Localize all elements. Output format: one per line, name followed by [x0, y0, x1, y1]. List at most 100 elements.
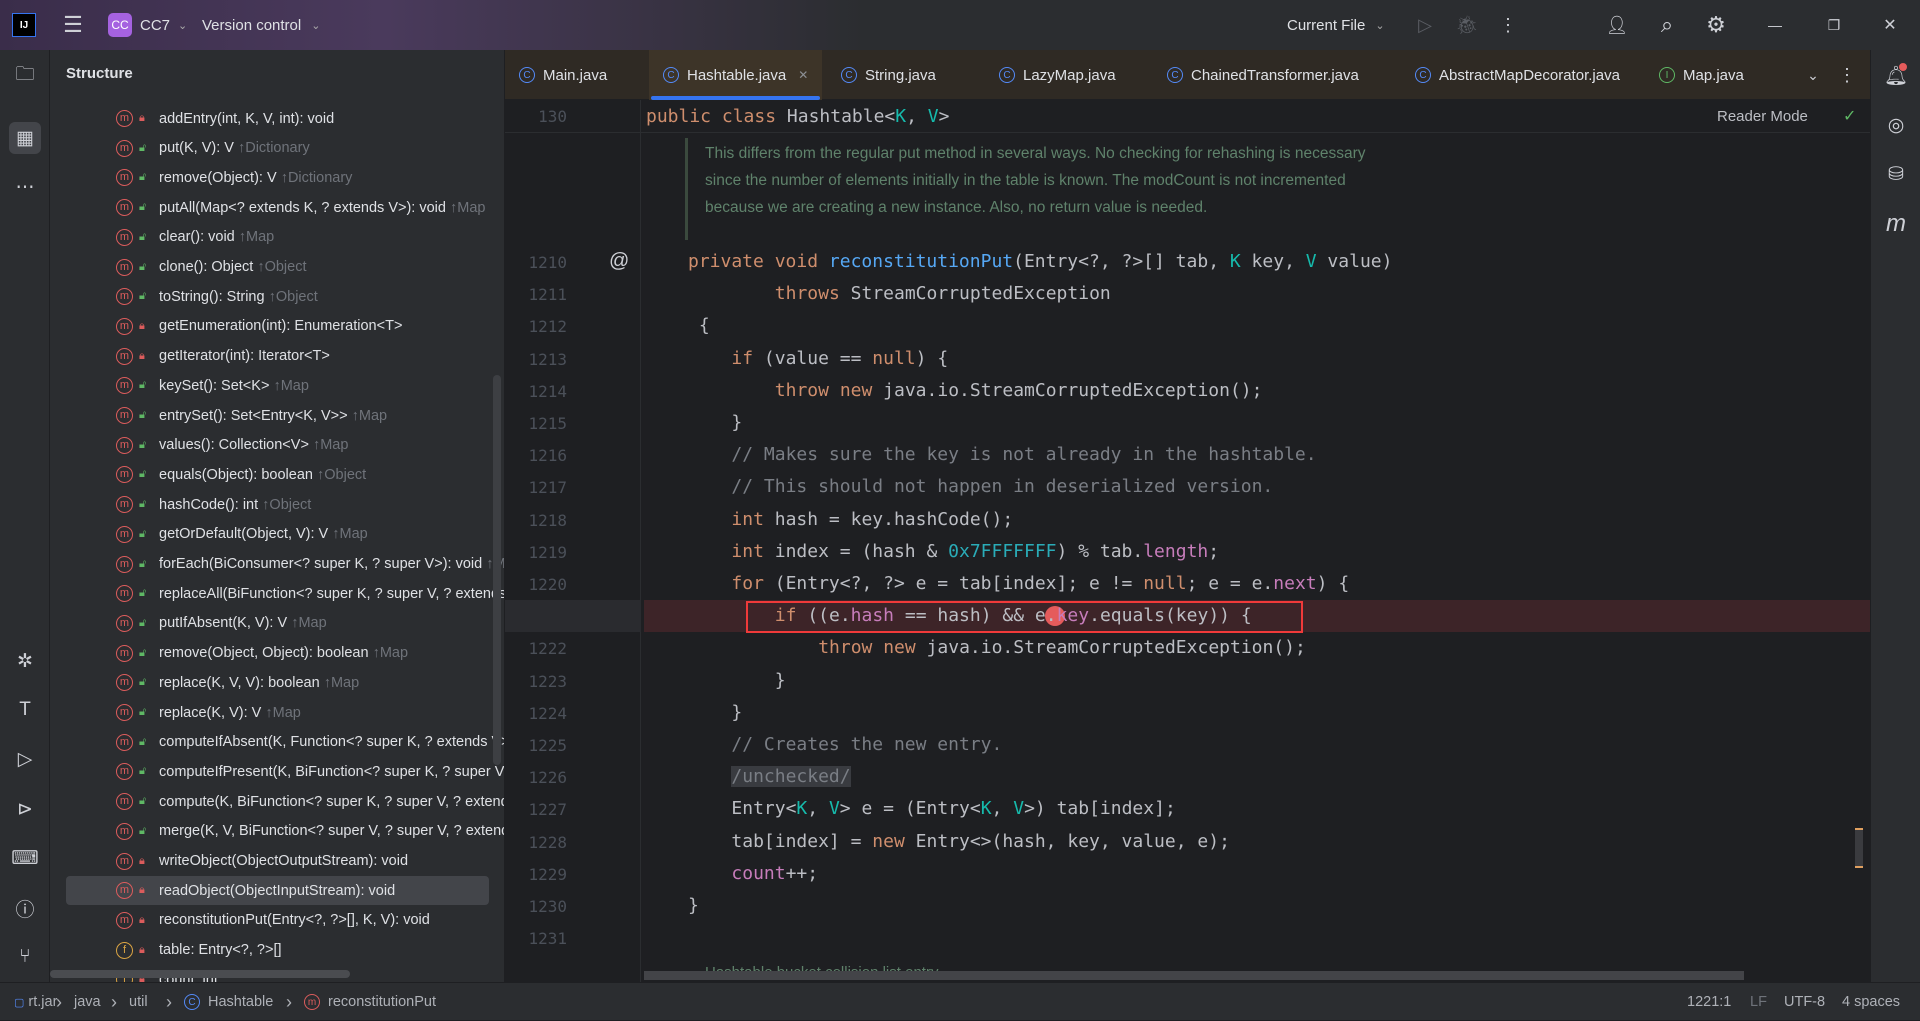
structure-item[interactable]: m 🔓︎ clone(): Object ↑Object: [50, 253, 490, 282]
structure-item[interactable]: f 🔒︎ table: Entry<?, ?>[]: [50, 936, 490, 965]
structure-item[interactable]: m 🔓︎ values(): Collection<V> ↑Map: [50, 431, 490, 460]
horizontal-scrollbar[interactable]: [50, 970, 350, 978]
tab-main[interactable]: C Main.java: [505, 50, 621, 100]
structure-item[interactable]: m 🔓︎ replace(K, V): V ↑Map: [50, 698, 490, 727]
code-line[interactable]: throw new java.io.StreamCorruptedExcepti…: [818, 632, 1306, 664]
structure-item[interactable]: m 🔓︎ entrySet(): Set<Entry<K, V>> ↑Map: [50, 401, 490, 430]
more-tools-icon[interactable]: ⋯: [9, 171, 41, 203]
structure-item[interactable]: m 🔓︎ hashCode(): int ↑Object: [50, 490, 490, 519]
code-line[interactable]: // Makes sure the key is not already in …: [731, 439, 1316, 471]
more-icon[interactable]: ⋮: [1837, 50, 1857, 100]
debug-icon[interactable]: ✲: [9, 645, 41, 677]
structure-item[interactable]: m 🔒︎ readObject(ObjectInputStream): void: [66, 876, 489, 906]
chevron-down-icon[interactable]: ⌄: [1803, 50, 1823, 100]
code-line[interactable]: for (Entry<?, ?> e = tab[index]; e != nu…: [731, 568, 1349, 600]
code-line[interactable]: /unchecked/: [731, 761, 851, 793]
tab-chainedtransformer[interactable]: C ChainedTransformer.java: [1153, 50, 1373, 100]
structure-item[interactable]: m 🔒︎ addEntry(int, K, V, int): void: [50, 104, 490, 133]
database-icon[interactable]: ⛁: [1880, 158, 1912, 190]
scroll-marker[interactable]: [1855, 828, 1863, 868]
code-line[interactable]: tab[index] = new Entry<>(hash, key, valu…: [731, 826, 1230, 858]
structure-icon[interactable]: ▦: [9, 122, 41, 154]
code-line[interactable]: Entry<K, V> e = (Entry<K, V>) tab[index]…: [731, 793, 1175, 825]
breadcrumb-item[interactable]: m reconstitutionPut: [304, 983, 436, 1021]
restore-icon[interactable]: ❐: [1821, 0, 1847, 50]
code-line[interactable]: }: [731, 697, 742, 729]
code-line[interactable]: count++;: [731, 858, 818, 890]
structure-item[interactable]: m 🔓︎ forEach(BiConsumer<? super K, ? super…: [50, 550, 504, 579]
structure-item[interactable]: m 🔒︎ writeObject(ObjectOutputStream): void: [50, 847, 490, 876]
structure-item[interactable]: m 🔓︎ putAll(Map<? extends K, ? extends V>)…: [50, 193, 490, 222]
code-line[interactable]: if (value == null) {: [731, 343, 948, 375]
gutter[interactable]: 1210 1211 1212 1213 1214 1215 1216 1217 1218 1219…: [505, 100, 641, 982]
structure-item[interactable]: m 🔓︎ put(K, V): V ↑Dictionary: [50, 134, 490, 163]
minimize-icon[interactable]: —: [1762, 0, 1788, 50]
main-menu-icon[interactable]: ☰: [60, 0, 86, 50]
breadcrumb-item[interactable]: util: [129, 983, 148, 1021]
vertical-scrollbar[interactable]: [493, 375, 501, 765]
ai-assistant-icon[interactable]: ◎: [1880, 109, 1912, 141]
build-icon[interactable]: T: [9, 694, 41, 726]
structure-item[interactable]: m 🔓︎ compute(K, BiFunction<? super K, ? su…: [50, 787, 504, 816]
code-line[interactable]: private void reconstitutionPut(Entry<?, …: [688, 246, 1392, 278]
structure-item[interactable]: m 🔓︎ replaceAll(BiFunction<? super K, ? su…: [50, 579, 504, 608]
tab-string[interactable]: C String.java: [827, 50, 950, 100]
code-line[interactable]: }: [688, 890, 699, 922]
structure-item[interactable]: m 🔓︎ putIfAbsent(K, V): V ↑Map: [50, 609, 490, 638]
git-icon[interactable]: ⑂: [9, 941, 41, 973]
structure-item[interactable]: m 🔓︎ computeIfPresent(K, BiFunction<? supe…: [50, 757, 504, 786]
structure-item[interactable]: m 🔓︎ keySet(): Set<K> ↑Map: [50, 371, 490, 400]
project-selector[interactable]: CC CC7 ⌄: [108, 0, 187, 50]
breadcrumb-item[interactable]: C Hashtable: [184, 983, 273, 1021]
terminal-icon[interactable]: ⌨: [9, 842, 41, 874]
code-line[interactable]: }: [731, 407, 742, 439]
code-line[interactable]: // This should not happen in deserialize…: [731, 471, 1273, 503]
maven-icon[interactable]: m: [1880, 208, 1912, 240]
horizontal-scrollbar[interactable]: [644, 971, 1744, 980]
breadcrumb-item[interactable]: ▢ rt.jar: [14, 983, 57, 1021]
notifications-icon[interactable]: 🔔︎: [1880, 60, 1912, 92]
file-encoding[interactable]: UTF-8: [1784, 983, 1825, 1021]
structure-item[interactable]: m 🔓︎ computeIfAbsent(K, Function<? super K…: [50, 728, 504, 757]
close-icon[interactable]: ✕: [798, 68, 808, 82]
structure-item[interactable]: m 🔓︎ equals(Object): boolean ↑Object: [50, 460, 490, 489]
close-icon[interactable]: ✕: [1877, 0, 1903, 50]
code-line[interactable]: int index = (hash & 0x7FFFFFFF) % tab.le…: [731, 536, 1219, 568]
tab-lazymap[interactable]: C LazyMap.java: [985, 50, 1130, 100]
indent-setting[interactable]: 4 spaces: [1842, 983, 1900, 1021]
breadcrumb-item[interactable]: java: [74, 983, 101, 1021]
tab-hashtable[interactable]: C Hashtable.java ✕: [649, 50, 823, 100]
folder-icon[interactable]: 🗀: [9, 60, 41, 92]
reader-mode-button[interactable]: Reader Mode: [1717, 108, 1808, 125]
structure-item[interactable]: m 🔓︎ replace(K, V, V): boolean ↑Map: [50, 668, 490, 697]
search-icon[interactable]: ⌕: [1654, 0, 1680, 50]
code-line[interactable]: throw new java.io.StreamCorruptedExcepti…: [775, 375, 1263, 407]
structure-item[interactable]: m 🔓︎ remove(Object): V ↑Dictionary: [50, 163, 490, 192]
structure-item[interactable]: m 🔓︎ clear(): void ↑Map: [50, 223, 490, 252]
code-line[interactable]: {: [699, 310, 710, 342]
caret-position[interactable]: 1221:1: [1687, 983, 1731, 1021]
code-line[interactable]: }: [775, 665, 786, 697]
structure-item[interactable]: m 🔒︎ getEnumeration(int): Enumeration<T>: [50, 312, 490, 341]
code-line[interactable]: throws StreamCorruptedException: [775, 278, 1111, 310]
structure-item[interactable]: m 🔒︎ getIterator(int): Iterator<T>: [50, 342, 490, 371]
problems-icon[interactable]: ⓘ: [9, 892, 41, 924]
add-user-icon[interactable]: 👤︎: [1604, 0, 1630, 50]
vcs-menu[interactable]: Version control ⌄: [202, 0, 320, 50]
structure-item[interactable]: m 🔓︎ toString(): String ↑Object: [50, 282, 490, 311]
structure-item[interactable]: m 🔒︎ reconstitutionPut(Entry<?, ?>[], K, V…: [50, 906, 490, 935]
services-icon[interactable]: ⊳: [9, 793, 41, 825]
more-icon[interactable]: ⋮: [1498, 0, 1518, 50]
override-annotation-icon[interactable]: @: [609, 250, 629, 273]
structure-item[interactable]: m 🔓︎ remove(Object, Object): boolean ↑Map: [50, 639, 490, 668]
code-line[interactable]: int hash = key.hashCode();: [731, 504, 1013, 536]
structure-item[interactable]: m 🔓︎ merge(K, V, BiFunction<? super V, ? s…: [50, 817, 504, 846]
run-icon[interactable]: ▷: [1413, 0, 1437, 50]
line-separator[interactable]: LF: [1750, 983, 1767, 1021]
debug-icon[interactable]: 🐞︎: [1455, 0, 1479, 50]
structure-item[interactable]: m 🔓︎ getOrDefault(Object, V): V ↑Map: [50, 520, 490, 549]
run-icon[interactable]: ▷: [9, 743, 41, 775]
tab-map[interactable]: I Map.java: [1645, 50, 1758, 100]
code-line[interactable]: // Creates the new entry.: [731, 729, 1002, 761]
run-config-selector[interactable]: Current File ⌄: [1287, 0, 1385, 50]
